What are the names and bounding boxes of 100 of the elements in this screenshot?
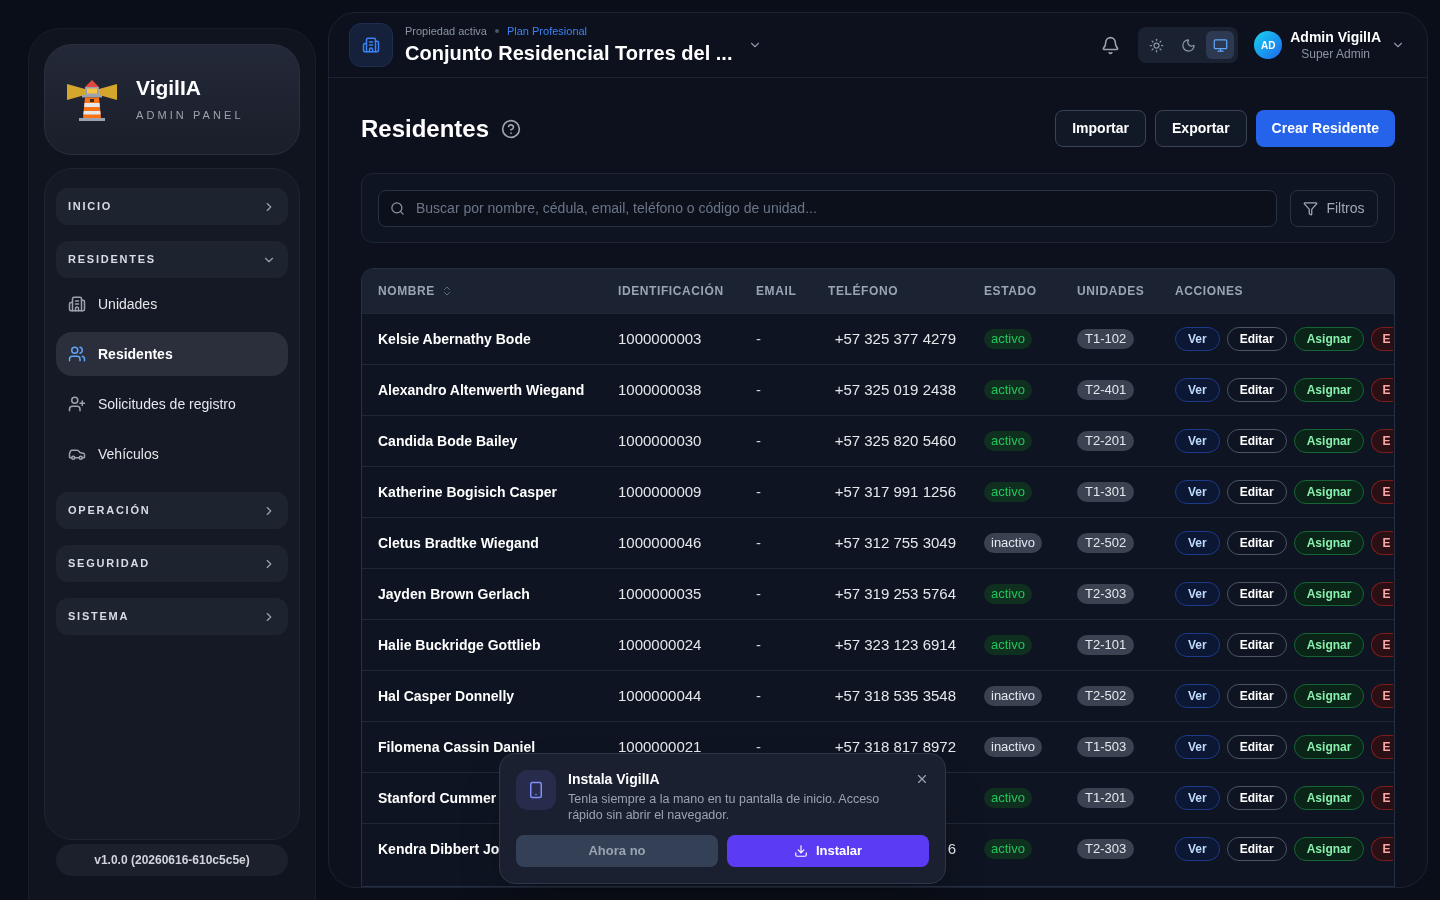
table-cell: 1000000021	[618, 738, 702, 755]
install-button[interactable]: Instalar	[727, 835, 929, 867]
table-cell: 1000000046	[618, 534, 702, 551]
filter-button[interactable]: Filtros	[1290, 189, 1378, 227]
brand-name: VigilIA	[136, 75, 202, 102]
search-icon	[390, 200, 405, 216]
assign-button[interactable]: Asignar	[1293, 735, 1365, 759]
table-cell-text: +57 318 535 3548	[834, 685, 956, 706]
user-name: Admin VigilIA	[1290, 28, 1381, 46]
version-label: v1.0.0 (20260616-610c5c5e)	[56, 844, 288, 876]
view-button[interactable]: Ver	[1175, 786, 1220, 810]
table-cell: Kendra Dibbert Jo	[378, 841, 500, 857]
status-badge: activo	[984, 431, 1032, 451]
danger-button[interactable]: E	[1371, 684, 1393, 708]
table-cell: 1000000030	[618, 432, 702, 449]
assign-button[interactable]: Asignar	[1293, 480, 1365, 504]
danger-button[interactable]: E	[1371, 786, 1393, 810]
edit-button[interactable]: Editar	[1226, 582, 1287, 606]
edit-button[interactable]: Editar	[1226, 531, 1287, 555]
view-button[interactable]: Ver	[1175, 378, 1220, 402]
view-button[interactable]: Ver	[1175, 684, 1220, 708]
help-icon[interactable]	[501, 118, 522, 139]
table-cell: Cletus Bradtke Wiegand	[378, 535, 539, 551]
nav-item[interactable]: Vehículos	[56, 432, 288, 476]
assign-button[interactable]: Asignar	[1293, 531, 1365, 555]
nav-section-button[interactable]: RESIDENTES	[56, 241, 288, 278]
edit-button[interactable]: Editar	[1226, 480, 1287, 504]
danger-button[interactable]: E	[1371, 480, 1393, 504]
edit-button[interactable]: Editar	[1226, 684, 1287, 708]
view-button[interactable]: Ver	[1175, 327, 1220, 351]
table-cell: -	[756, 687, 761, 704]
assign-button[interactable]: Asignar	[1293, 786, 1365, 810]
edit-button[interactable]: Editar	[1226, 786, 1287, 810]
table-cell: 1000000035	[618, 585, 702, 602]
nav-item[interactable]: Unidades	[56, 282, 288, 326]
danger-button[interactable]: E	[1371, 633, 1393, 657]
view-button[interactable]: Ver	[1175, 837, 1220, 861]
view-button[interactable]: Ver	[1175, 633, 1220, 657]
danger-button[interactable]: E	[1371, 429, 1393, 453]
unit-badge: T1-301	[1077, 482, 1135, 502]
theme-option-button[interactable]	[1206, 31, 1235, 59]
moon-icon	[1180, 37, 1196, 53]
assign-button[interactable]: Asignar	[1293, 633, 1365, 657]
assign-button[interactable]: Asignar	[1293, 378, 1365, 402]
danger-button[interactable]: E	[1371, 837, 1393, 861]
nav-section-button[interactable]: SISTEMA	[56, 598, 288, 635]
view-button[interactable]: Ver	[1175, 582, 1220, 606]
view-button[interactable]: Ver	[1175, 735, 1220, 759]
plan-label: Plan Profesional	[506, 24, 588, 38]
nav-section-button[interactable]: INICIO	[56, 188, 288, 225]
edit-button[interactable]: Editar	[1226, 735, 1287, 759]
table-cell: 1000000038	[618, 381, 702, 398]
table-cell: Katherine Bogisich Casper	[378, 484, 557, 500]
table-cell: Filomena Cassin Daniel	[378, 739, 536, 755]
status-badge: activo	[984, 482, 1032, 502]
assign-button[interactable]: Asignar	[1293, 684, 1365, 708]
status-badge: activo	[984, 329, 1032, 349]
table-cell: Stanford Cummer	[378, 790, 497, 806]
status-badge: inactivo	[984, 686, 1043, 706]
secondary-button[interactable]: Exportar	[1155, 110, 1247, 147]
table-cell: Jayden Brown Gerlach	[378, 586, 530, 602]
nav-section-button[interactable]: SEGURIDAD	[56, 545, 288, 582]
unit-badge: T2-303	[1077, 839, 1135, 859]
edit-button[interactable]: Editar	[1226, 837, 1287, 861]
nav-item[interactable]: Solicitudes de registro	[56, 382, 288, 426]
danger-button[interactable]: E	[1371, 735, 1393, 759]
status-badge: activo	[984, 635, 1032, 655]
search-field[interactable]: Buscar por nombre, cédula, email, teléfono o código de unidad...	[378, 189, 1277, 227]
view-button[interactable]: Ver	[1175, 480, 1220, 504]
table-cell: -	[756, 585, 761, 602]
bell-icon[interactable]	[1101, 35, 1121, 55]
assign-button[interactable]: Asignar	[1293, 837, 1365, 861]
danger-button[interactable]: E	[1371, 531, 1393, 555]
status-badge: activo	[984, 788, 1032, 808]
create-button[interactable]: Crear Residente	[1255, 110, 1395, 147]
nav-section-button[interactable]: OPERACIÓN	[56, 492, 288, 529]
close-icon[interactable]	[915, 772, 929, 786]
status-badge: activo	[984, 584, 1032, 604]
user-role: Super Admin	[1301, 46, 1370, 62]
status-badge: inactivo	[984, 533, 1043, 553]
table-cell: -	[756, 483, 761, 500]
phone-icon	[516, 770, 556, 810]
assign-button[interactable]: Asignar	[1293, 327, 1365, 351]
building-icon	[349, 23, 393, 67]
edit-button[interactable]: Editar	[1226, 327, 1287, 351]
dismiss-button[interactable]: Ahora no	[516, 835, 718, 867]
edit-button[interactable]: Editar	[1226, 633, 1287, 657]
danger-button[interactable]: E	[1371, 582, 1393, 606]
danger-button[interactable]: E	[1371, 378, 1393, 402]
view-button[interactable]: Ver	[1175, 429, 1220, 453]
danger-button[interactable]: E	[1371, 327, 1393, 351]
status-badge: activo	[984, 380, 1032, 400]
nav-item[interactable]: Residentes	[56, 332, 288, 376]
secondary-button[interactable]: Importar	[1055, 110, 1147, 147]
table-cell: -	[756, 534, 761, 551]
assign-button[interactable]: Asignar	[1293, 582, 1365, 606]
assign-button[interactable]: Asignar	[1293, 429, 1365, 453]
edit-button[interactable]: Editar	[1226, 429, 1287, 453]
view-button[interactable]: Ver	[1175, 531, 1220, 555]
edit-button[interactable]: Editar	[1226, 378, 1287, 402]
